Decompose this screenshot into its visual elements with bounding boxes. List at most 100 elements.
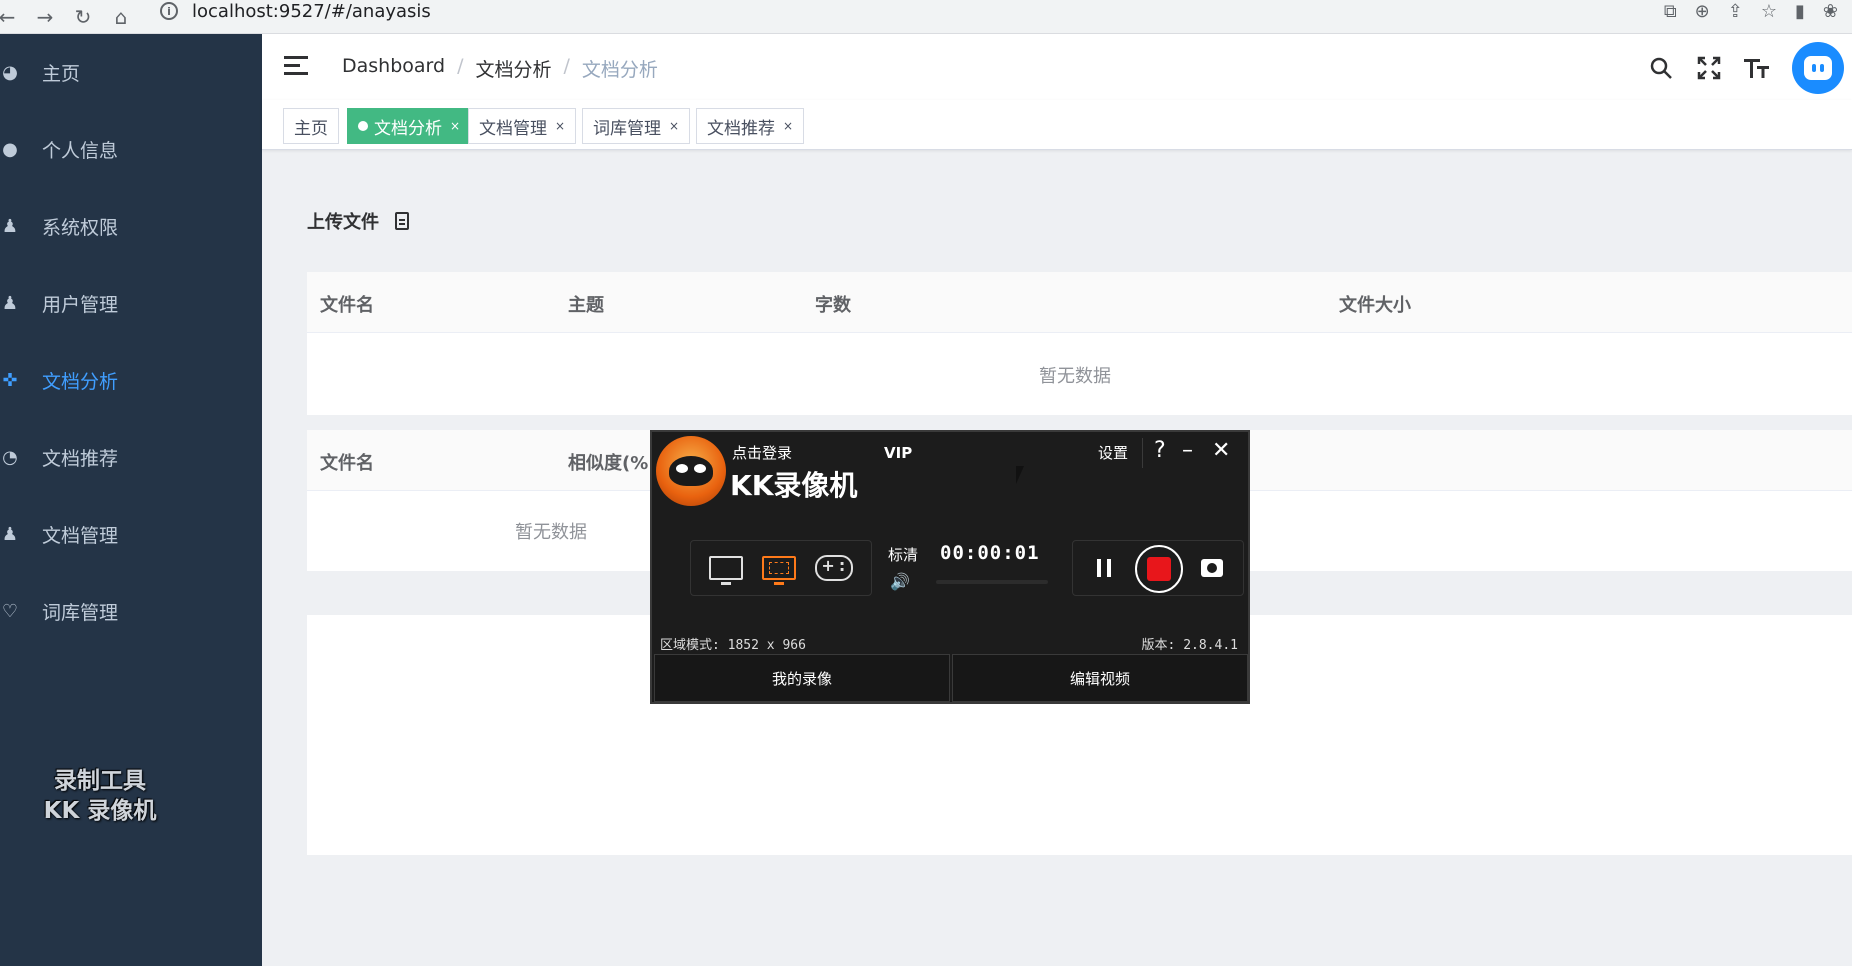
sidebar-item-recommend[interactable]: ◔ 文档推荐	[0, 419, 262, 496]
tag-label: 主页	[294, 118, 328, 139]
sidepanel-icon[interactable]: ▮	[1795, 1, 1805, 22]
user-icon: ●	[2, 139, 18, 160]
region-mode-icon[interactable]	[761, 556, 796, 585]
sidebar-item-label: 词库管理	[42, 602, 119, 624]
tag-analysis[interactable]: 文档分析 ×	[347, 108, 472, 144]
sidebar-item-document-manage[interactable]: ♟ 文档管理	[0, 496, 262, 573]
sidebar-item-label: 文档管理	[42, 525, 119, 547]
recommend-icon: ◔	[2, 447, 18, 468]
edit-video-label: 编辑视频	[1069, 669, 1130, 688]
close-icon[interactable]: ✕	[1212, 438, 1230, 463]
record-controls	[1072, 540, 1244, 596]
back-icon[interactable]: ←	[0, 0, 15, 34]
kk-recorder-window: 点击登录 VIP KK录像机 设置 ? – ✕ 标清 🔊 00:00:01 区域…	[650, 430, 1250, 704]
watermark-line1: 录制工具	[54, 768, 146, 794]
fullscreen-icon[interactable]	[1696, 55, 1722, 81]
sidebar-item-label: 文档推荐	[42, 448, 119, 470]
tag-label: 词库管理	[593, 118, 661, 139]
version-text: 版本: 2.8.4.1	[1141, 638, 1238, 653]
sidebar-item-label: 个人信息	[42, 140, 119, 162]
mouse-cursor-icon	[1016, 466, 1024, 484]
edit-video-button[interactable]: 编辑视频	[952, 654, 1248, 702]
breadcrumb-current: 文档分析	[581, 59, 658, 81]
sidebar-item-permission[interactable]: ♟ 系统权限	[0, 188, 262, 265]
dashboard-icon: ◕	[2, 62, 18, 83]
empty-text: 暂无数据	[515, 522, 587, 543]
close-icon[interactable]: ×	[669, 119, 679, 133]
my-recordings-button[interactable]: 我的录像	[654, 654, 950, 702]
close-icon[interactable]: ×	[783, 119, 793, 133]
login-link[interactable]: 点击登录	[732, 442, 792, 463]
breadcrumb-dashboard[interactable]: Dashboard	[342, 55, 445, 82]
search-icon[interactable]	[1648, 55, 1674, 81]
sidebar-item-profile[interactable]: ● 个人信息	[0, 111, 262, 188]
camera-icon[interactable]	[1201, 559, 1223, 577]
hamburger-icon[interactable]	[284, 56, 308, 76]
avatar[interactable]	[1792, 42, 1844, 94]
share-icon[interactable]: ⇪	[1728, 1, 1743, 22]
tag-recommend[interactable]: 文档推荐 ×	[696, 108, 805, 144]
speaker-icon[interactable]: 🔊	[890, 572, 910, 591]
region-mode-text: 区域模式: 1852 x 966	[660, 638, 806, 653]
url-text: localhost:9527/#/anayasis	[192, 0, 431, 22]
vip-badge[interactable]: VIP	[884, 444, 912, 462]
document-icon[interactable]	[395, 212, 409, 230]
column-header: 字数	[815, 295, 851, 316]
capture-mode-panel	[690, 540, 872, 596]
close-icon[interactable]: ×	[555, 119, 565, 133]
column-header: 主题	[568, 295, 604, 316]
column-header: 文件名	[320, 453, 374, 474]
analysis-icon: ✜	[2, 370, 18, 391]
navbar: Dashboard / 文档分析 / 文档分析	[262, 34, 1852, 100]
pause-icon[interactable]	[1097, 559, 1111, 577]
recorder-title: KK录像机	[730, 469, 858, 502]
column-header: 相似度(%	[568, 453, 649, 474]
zoom-icon[interactable]: ⊕	[1695, 1, 1710, 22]
sidebar-item-users[interactable]: ♟ 用户管理	[0, 265, 262, 342]
sidebar-item-home[interactable]: ◕ 主页	[0, 34, 262, 111]
volume-slider[interactable]	[936, 580, 1048, 584]
close-icon[interactable]: ×	[450, 119, 460, 133]
quality-select[interactable]: 标清	[888, 544, 918, 565]
settings-button[interactable]: 设置	[1098, 442, 1128, 463]
help-icon[interactable]: ?	[1154, 438, 1166, 463]
font-size-icon[interactable]	[1744, 55, 1770, 81]
divider	[1142, 438, 1143, 468]
users-icon: ♟	[1, 293, 19, 314]
stop-record-button[interactable]	[1135, 545, 1183, 593]
fullscreen-mode-icon[interactable]	[708, 556, 743, 585]
extension-icon[interactable]: ❀	[1823, 1, 1838, 22]
my-recordings-label: 我的录像	[771, 669, 832, 688]
tag-home[interactable]: 主页	[283, 108, 339, 144]
tag-lexicon[interactable]: 词库管理 ×	[582, 108, 691, 144]
tag-label: 文档推荐	[707, 118, 775, 139]
forward-icon[interactable]: →	[28, 0, 62, 34]
watermark-line2: KK 录像机	[43, 798, 157, 824]
info-icon[interactable]: i	[160, 2, 178, 20]
sidebar-item-label: 系统权限	[42, 217, 119, 239]
star-icon[interactable]: ☆	[1761, 1, 1777, 22]
breadcrumb-analysis[interactable]: 文档分析	[476, 55, 552, 82]
tag-document-manage[interactable]: 文档管理 ×	[468, 108, 577, 144]
active-dot-icon	[358, 121, 368, 131]
reload-icon[interactable]: ↻	[66, 0, 100, 34]
translate-icon[interactable]: ⧉	[1664, 1, 1677, 22]
game-mode-icon[interactable]	[815, 555, 854, 581]
file-table: 文件名 主题 字数 文件大小 暂无数据	[307, 272, 1852, 415]
recording-timer: 00:00:01	[940, 542, 1040, 564]
sidebar-item-label: 主页	[42, 63, 81, 85]
tag-label: 文档分析	[374, 118, 442, 139]
breadcrumb-separator: /	[563, 55, 570, 77]
sidebar-item-analysis[interactable]: ✜ 文档分析	[0, 342, 262, 419]
recorder-watermark: 录制工具 KK 录像机	[20, 766, 180, 826]
browser-toolbar: ← → ↻ ⌂ i localhost:9527/#/anayasis ⧉ ⊕ …	[0, 0, 1852, 34]
minimize-icon[interactable]: –	[1182, 438, 1193, 463]
navbar-actions	[1648, 42, 1844, 94]
address-bar[interactable]: i localhost:9527/#/anayasis	[160, 0, 431, 22]
tag-label: 文档管理	[479, 118, 547, 139]
sidebar-item-lexicon[interactable]: ♡ 词库管理	[0, 573, 262, 650]
breadcrumb-separator: /	[457, 55, 464, 77]
document-manage-icon: ♟	[1, 524, 19, 545]
home-icon[interactable]: ⌂	[104, 0, 138, 34]
permission-icon: ♟	[1, 216, 19, 237]
